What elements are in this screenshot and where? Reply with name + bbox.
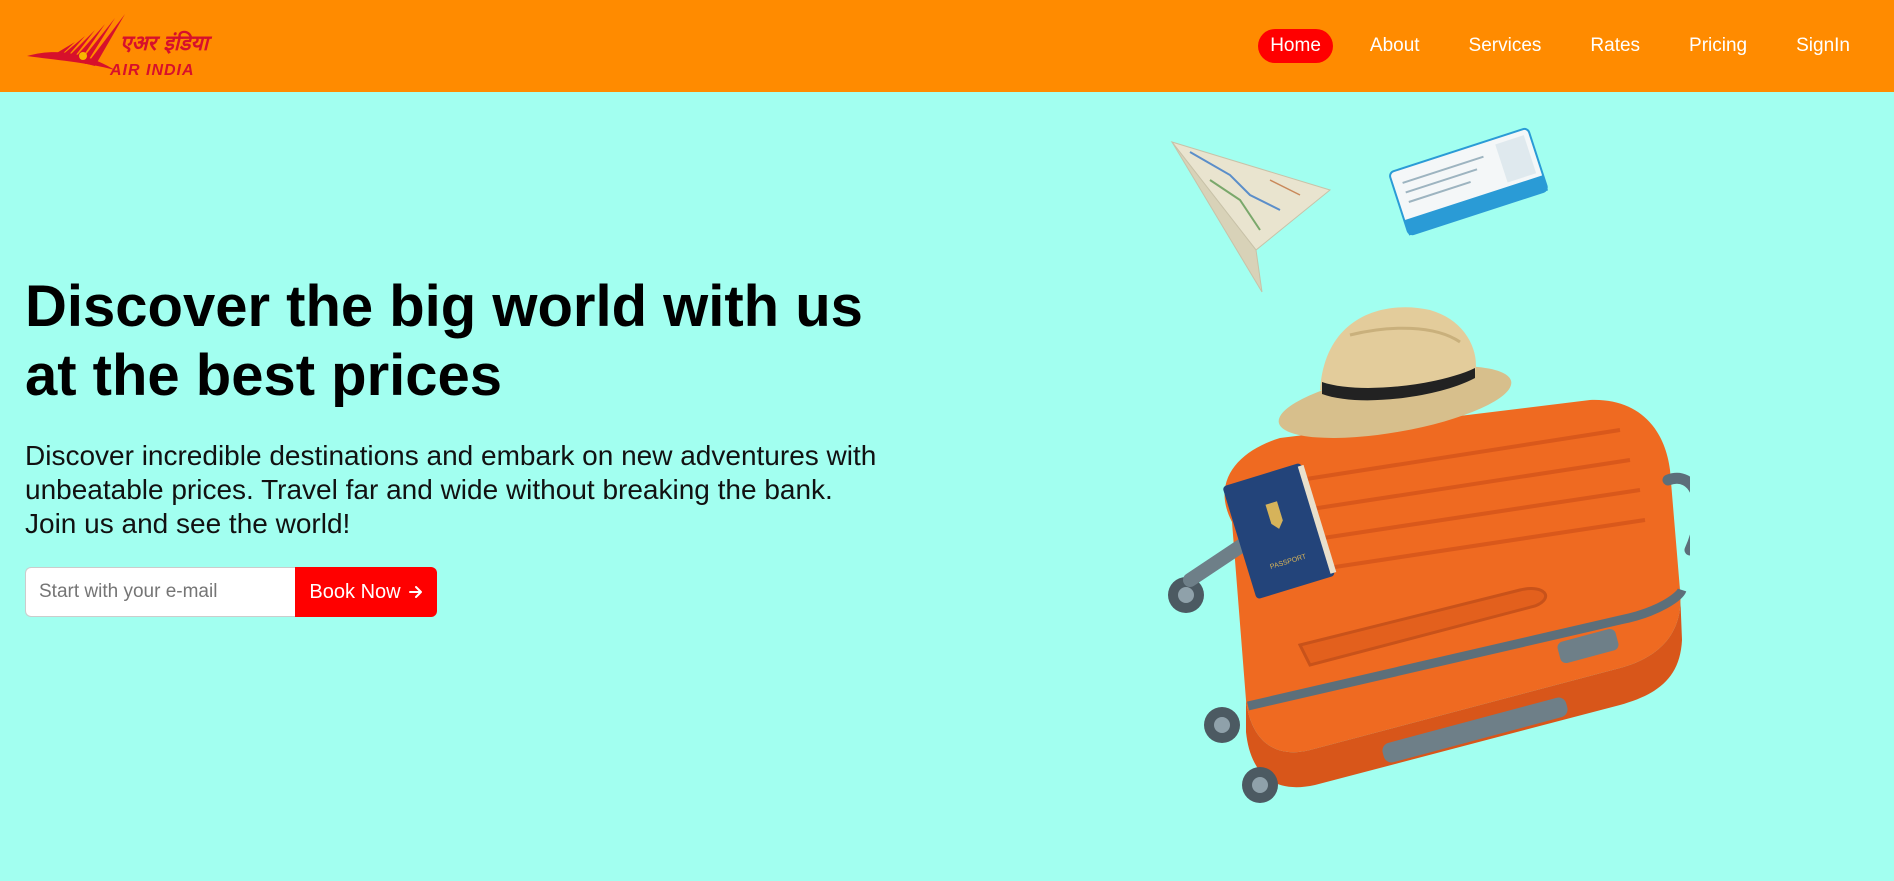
hero-title-line-1: Discover the big world with us [25,274,863,339]
nav-about[interactable]: About [1358,29,1432,63]
nav-home[interactable]: Home [1258,29,1333,63]
hero-description-line-2: unbeatable prices. Travel far and wide w… [25,474,833,505]
hero-description: Discover incredible destinations and emb… [25,439,985,541]
logo-hindi-text: एअर इंडिया [120,30,213,55]
hero-title-line-2: at the best prices [25,343,503,408]
book-now-button[interactable]: Book Now [295,567,437,617]
travel-illustration: PASSPORT [1168,127,1690,803]
navbar: एअर इंडिया AIR INDIA Home About Services… [0,0,1894,92]
suitcase-icon [1224,399,1690,788]
signup-form: Book Now [25,567,437,617]
arrow-right-icon [408,586,422,598]
nav-signin[interactable]: SignIn [1784,29,1862,63]
nav-pricing[interactable]: Pricing [1677,29,1759,63]
hero-description-line-1: Discover incredible destinations and emb… [25,440,877,471]
logo-text: AIR INDIA [109,62,195,78]
book-now-label: Book Now [309,580,401,603]
main-nav: Home About Services Rates Pricing SignIn [1233,29,1862,63]
air-india-logo[interactable]: एअर इंडिया AIR INDIA [25,12,275,78]
hero-description-line-3: Join us and see the world! [25,508,351,539]
email-input[interactable] [25,567,295,617]
boarding-pass-icon [1389,127,1549,236]
hero-title: Discover the big world with us at the be… [25,272,945,410]
nav-services[interactable]: Services [1457,29,1554,63]
paper-plane-map-icon [1170,141,1332,293]
nav-rates[interactable]: Rates [1578,29,1652,63]
